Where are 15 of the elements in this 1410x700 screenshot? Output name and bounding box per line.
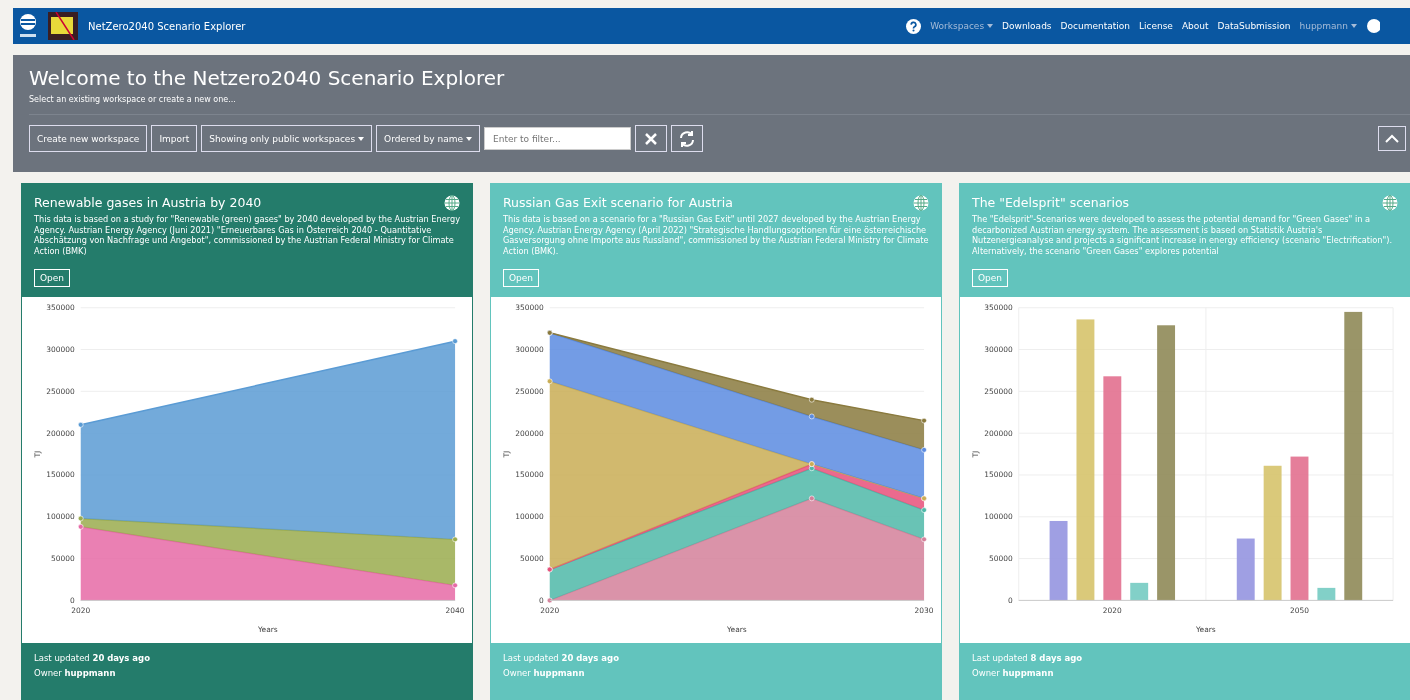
card-title: The "Edelsprit" scenarios — [972, 195, 1130, 210]
last-updated-text: Last updated 20 days ago — [34, 653, 152, 663]
owner-text: Owner huppmann — [972, 668, 1055, 678]
app-title: NetZero2040 Scenario Explorer — [88, 20, 246, 32]
owner-text: Owner huppmann — [34, 668, 117, 678]
card-title: Renewable gases in Austria by 2040 — [34, 195, 262, 210]
page-subtitle: Select an existing workspace or create a new one... — [29, 95, 237, 104]
card-title: Russian Gas Exit scenario for Austria — [503, 195, 733, 210]
last-updated-text: Last updated 8 days ago — [972, 653, 1084, 663]
last-updated-text: Last updated 20 days ago — [503, 653, 621, 663]
card-description: This data is based on a study for "Renewable (green) gases" by 2040 developed by the Austrian Energy Agency. Austrian Energy Agency (Juni 2021) "Erneuerbares Gas in Österreich 2040 - Quantitative Abschätzung von Nachfrage und Angebot", commissioned by the Austrian Federal Ministry for Climate Action (BMK) — [34, 214, 460, 256]
page-title: Welcome to the Netzero2040 Scenario Explorer — [29, 66, 506, 90]
card-description: This data is based on a scenario for a "Russian Gas Exit" until 2027 developed by the Austrian Energy Agency. Austrian Energy Agency (April 2022) "Strategische Handlungsoptionen für eine österreichische Gasversorgung ohne Importe aus Russland", commissioned by the Austrian Federal Ministry for Climate Action (BMK). — [503, 214, 929, 256]
owner-text: Owner huppmann — [503, 668, 586, 678]
card-description: The "Edelsprit"-Scenarios were developed to assess the potential demand for "Green Gases" in a decarbonized Austrian energy system. The assessment is based on Statistik Austria's Nutzenergieanalyse and projects a significant increase in energy efficiency (scenario "Electrification"). Alternatively, the scenario "Green Gases" explores potential — [972, 214, 1394, 256]
